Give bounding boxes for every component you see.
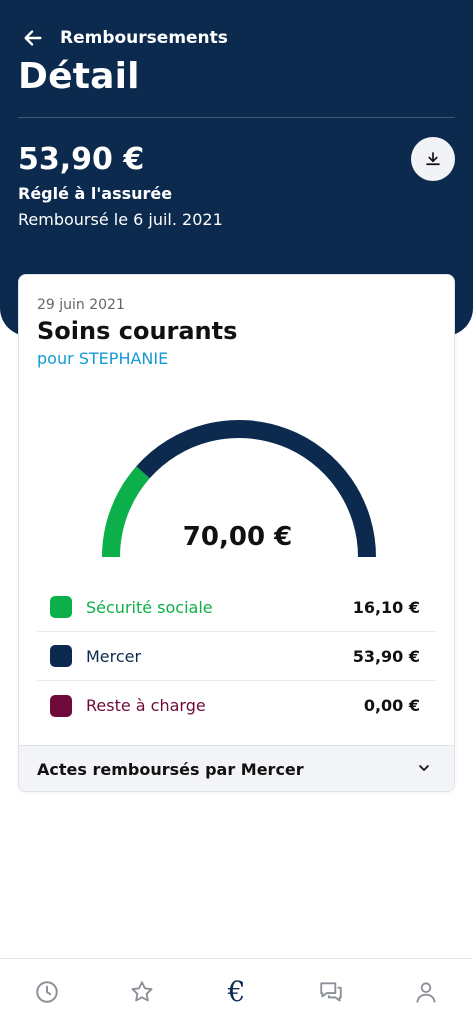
clock-icon — [36, 980, 59, 1003]
tab-reimbursements[interactable]: € — [212, 968, 260, 1016]
breakdown-legend: Sécurité sociale 16,10 € Mercer 53,90 € … — [37, 583, 436, 730]
reimbursed-amount: 53,90 € — [18, 142, 145, 177]
tab-favorites[interactable] — [118, 968, 166, 1016]
chat-icon — [320, 981, 342, 1002]
back-label: Remboursements — [60, 28, 228, 48]
download-button[interactable] — [411, 137, 455, 181]
legend-value: 16,10 € — [352, 597, 420, 617]
star-icon — [131, 980, 153, 1001]
tab-profile[interactable] — [402, 968, 450, 1016]
gauge-total: 70,00 € — [182, 522, 293, 552]
acts-accordion[interactable]: Actes remboursés par Mercer — [19, 745, 454, 791]
legend-row-reste-a-charge: Reste à charge 0,00 € — [37, 681, 436, 730]
payment-status: Réglé à l'assurée — [18, 184, 173, 203]
tab-messages[interactable] — [307, 968, 355, 1016]
care-detail-card: 29 juin 2021 Soins courants pour STEPHAN… — [18, 274, 455, 792]
legend-row-mercer: Mercer 53,90 € — [37, 632, 436, 681]
header-divider — [18, 117, 455, 118]
legend-value: 53,90 € — [352, 646, 420, 666]
legend-value: 0,00 € — [363, 696, 420, 715]
legend-row-securite-sociale: Sécurité sociale 16,10 € — [37, 583, 436, 632]
user-icon — [416, 981, 436, 1003]
page-title: Détail — [18, 56, 140, 97]
care-title: Soins courants — [37, 317, 238, 345]
acts-label: Actes remboursés par Mercer — [37, 759, 304, 779]
legend-label: Reste à charge — [86, 696, 206, 715]
bottom-tab-bar: € — [0, 958, 473, 1024]
chevron-down-icon — [419, 765, 429, 771]
beneficiary: pour STEPHANIE — [37, 349, 169, 368]
care-date: 29 juin 2021 — [37, 297, 125, 313]
arrow-left-icon — [24, 30, 42, 46]
download-icon — [426, 152, 440, 166]
legend-label: Sécurité sociale — [86, 597, 213, 617]
tab-history[interactable] — [23, 968, 71, 1016]
euro-icon: € — [227, 975, 246, 1008]
swatch-reste-a-charge — [50, 694, 72, 717]
refund-date: Remboursé le 6 juil. 2021 — [18, 210, 223, 229]
swatch-mercer — [50, 645, 72, 667]
back-button[interactable]: Remboursements — [22, 27, 228, 49]
legend-label: Mercer — [86, 646, 142, 666]
swatch-securite-sociale — [50, 596, 72, 618]
